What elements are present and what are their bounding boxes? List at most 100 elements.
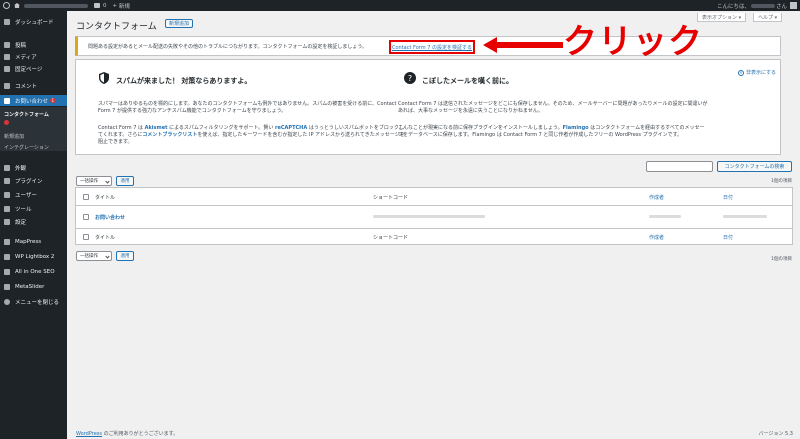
apply-button-top[interactable]: 適用 bbox=[116, 176, 134, 186]
admin-sidebar: ダッシュボード 投稿 メディア 固定ページ コメント お問い合わせ 1 コンタクト… bbox=[0, 11, 67, 439]
column-author-footer[interactable]: 作成者 bbox=[649, 234, 664, 241]
username-redacted bbox=[750, 3, 775, 8]
sidebar-item-contact[interactable]: お問い合わせ 1 bbox=[0, 95, 67, 106]
chevron-down-icon bbox=[105, 254, 110, 259]
plugin-icon bbox=[4, 177, 10, 184]
sidebar-item-plugins[interactable]: プラグイン bbox=[0, 175, 67, 186]
flamingo-link[interactable]: Flamingo bbox=[563, 125, 589, 131]
sidebar-item-tools[interactable]: ツール bbox=[0, 203, 67, 214]
column-title-footer[interactable]: タイトル bbox=[95, 234, 115, 241]
greeting-suffix: さん bbox=[775, 3, 787, 10]
site-name-redacted[interactable] bbox=[24, 3, 88, 8]
wordpress-logo-icon[interactable] bbox=[3, 2, 10, 9]
map-pin-icon bbox=[4, 238, 10, 245]
svg-text:?: ? bbox=[408, 74, 412, 83]
table-header-row: タイトル ショートコード 作成者 日付 bbox=[76, 188, 792, 206]
notice-text: 問題ある設定があるとメール配送の失敗やその他のトラブルにつながります。コンタクト… bbox=[88, 44, 368, 50]
help-button[interactable]: ヘルプ ▾ bbox=[753, 13, 783, 22]
validate-configuration-link[interactable]: Contact Form 7 の設定を検証する bbox=[389, 40, 475, 54]
sidebar-item-dashboard[interactable]: ダッシュボード bbox=[0, 16, 67, 27]
date-redacted bbox=[723, 215, 767, 218]
akismet-link[interactable]: Akismet bbox=[145, 125, 168, 131]
screen-options-button[interactable]: 表示オプション ▾ bbox=[697, 13, 747, 22]
annotation-arrow-icon bbox=[483, 37, 563, 53]
submenu-badge-icon bbox=[4, 120, 9, 125]
page-icon bbox=[4, 65, 10, 72]
sidebar-item-appearance[interactable]: 外観 bbox=[0, 162, 67, 173]
column-shortcode-header: ショートコード bbox=[373, 195, 409, 201]
item-count-bottom: 1個の項目 bbox=[771, 257, 792, 262]
sidebar-item-posts[interactable]: 投稿 bbox=[0, 39, 67, 50]
avatar[interactable] bbox=[790, 2, 797, 9]
mail-icon bbox=[4, 97, 10, 104]
recaptcha-link[interactable]: reCAPTCHA bbox=[275, 125, 307, 131]
sidebar-item-pages[interactable]: 固定ページ bbox=[0, 63, 67, 74]
user-icon bbox=[4, 191, 10, 198]
search-input[interactable] bbox=[646, 161, 713, 172]
footer-version: バージョン 5.3 bbox=[758, 431, 793, 437]
sidebar-item-wp-lightbox[interactable]: WP Lightbox 2 bbox=[0, 251, 67, 262]
tool-icon bbox=[4, 205, 10, 212]
sidebar-item-mappress[interactable]: MapPress bbox=[0, 236, 67, 247]
media-icon bbox=[4, 53, 10, 60]
column-date-header[interactable]: 日付 bbox=[723, 194, 733, 201]
footer-thanks: WordPress のご利用ありがとうございます。 bbox=[76, 431, 179, 437]
slider-icon bbox=[4, 283, 10, 290]
search-button[interactable]: コンタクトフォームの検索 bbox=[717, 161, 792, 172]
sidebar-item-users[interactable]: ユーザー bbox=[0, 189, 67, 200]
bulk-actions-select-bottom[interactable]: 一括操作 bbox=[76, 251, 112, 261]
submenu-item-contact-forms[interactable]: コンタクトフォーム bbox=[4, 111, 49, 118]
comments-count[interactable]: 0 bbox=[100, 0, 110, 11]
dashboard-icon bbox=[4, 18, 10, 25]
bulk-actions-select-top[interactable]: 一括操作 bbox=[76, 176, 112, 186]
select-all-checkbox-bottom[interactable] bbox=[83, 234, 89, 240]
account-menu[interactable]: こんにちは、 さん bbox=[717, 0, 797, 11]
lightbox-icon bbox=[4, 253, 10, 260]
sidebar-item-all-in-one-seo[interactable]: All in One SEO bbox=[0, 266, 67, 277]
seo-icon bbox=[4, 268, 10, 275]
home-icon[interactable] bbox=[14, 3, 20, 8]
contact-forms-table: タイトル ショートコード 作成者 日付 お問い合わせ タイトル ショートコード … bbox=[75, 187, 793, 245]
column-title-header[interactable]: タイトル bbox=[95, 194, 115, 201]
dismiss-link[interactable]: × 非表示にする bbox=[737, 69, 776, 76]
column-shortcode-footer: ショートコード bbox=[373, 235, 409, 241]
sidebar-item-comments[interactable]: コメント bbox=[0, 80, 67, 91]
shield-icon bbox=[99, 72, 109, 84]
table-footer-row: タイトル ショートコード 作成者 日付 bbox=[76, 228, 792, 245]
apply-button-bottom[interactable]: 適用 bbox=[116, 251, 134, 261]
select-all-checkbox[interactable] bbox=[83, 194, 89, 200]
welcome-flamingo-paragraph-2: こんなことが現実になる前に保存プラグインをインストールしましょう。Flaming… bbox=[398, 125, 705, 138]
comment-blocklist-link[interactable]: コメントブラックリスト bbox=[142, 132, 197, 138]
wordpress-link[interactable]: WordPress bbox=[76, 431, 102, 437]
sidebar-item-metaslider[interactable]: MetaSlider bbox=[0, 281, 67, 292]
greeting-text: こんにちは、 bbox=[716, 3, 750, 10]
welcome-spam-paragraph-1: スパマーはありゆるものを標的にします。あなたのコンタクトフォームも例外ではありま… bbox=[98, 101, 397, 114]
settings-icon bbox=[4, 218, 10, 225]
shortcode-redacted bbox=[373, 215, 485, 218]
welcome-spam-paragraph-2: Contact Form 7 は Akismet によるスパムフィルタリングをサ… bbox=[98, 125, 405, 145]
author-redacted bbox=[649, 215, 681, 218]
new-content-button[interactable]: + 新規 bbox=[110, 0, 133, 11]
sidebar-item-settings[interactable]: 設定 bbox=[0, 216, 67, 227]
pin-icon bbox=[4, 41, 10, 48]
submenu-item-add-new[interactable]: 新規追加 bbox=[4, 133, 24, 140]
welcome-panel: × 非表示にする スパムが来ました！ 対策ならありますよ。 スパマーはありゆるも… bbox=[75, 59, 781, 155]
admin-bar: 0 + 新規 こんにちは、 さん bbox=[0, 0, 800, 11]
welcome-spam-title: スパムが来ました！ 対策ならありますよ。 bbox=[116, 77, 252, 85]
dismiss-icon: × bbox=[737, 69, 744, 76]
welcome-flamingo-title: こぼしたメールを嘆く前に。 bbox=[422, 77, 513, 85]
column-date-footer[interactable]: 日付 bbox=[723, 234, 733, 241]
sidebar-item-media[interactable]: メディア bbox=[0, 51, 67, 62]
submenu-item-integration[interactable]: インテグレーション bbox=[4, 144, 49, 151]
chevron-down-icon bbox=[105, 179, 110, 184]
collapse-icon bbox=[4, 298, 10, 305]
brush-icon bbox=[4, 164, 10, 171]
table-row: お問い合わせ bbox=[76, 206, 792, 228]
collapse-menu-button[interactable]: メニューを閉じる bbox=[0, 296, 67, 307]
help-circle-icon: ? bbox=[404, 72, 416, 84]
add-new-button[interactable]: 新規追加 bbox=[165, 19, 194, 28]
row-checkbox[interactable] bbox=[83, 214, 89, 220]
annotation-click-label: クリック bbox=[563, 22, 703, 62]
form-title-link[interactable]: お問い合わせ bbox=[95, 214, 125, 221]
column-author-header[interactable]: 作成者 bbox=[649, 194, 664, 201]
